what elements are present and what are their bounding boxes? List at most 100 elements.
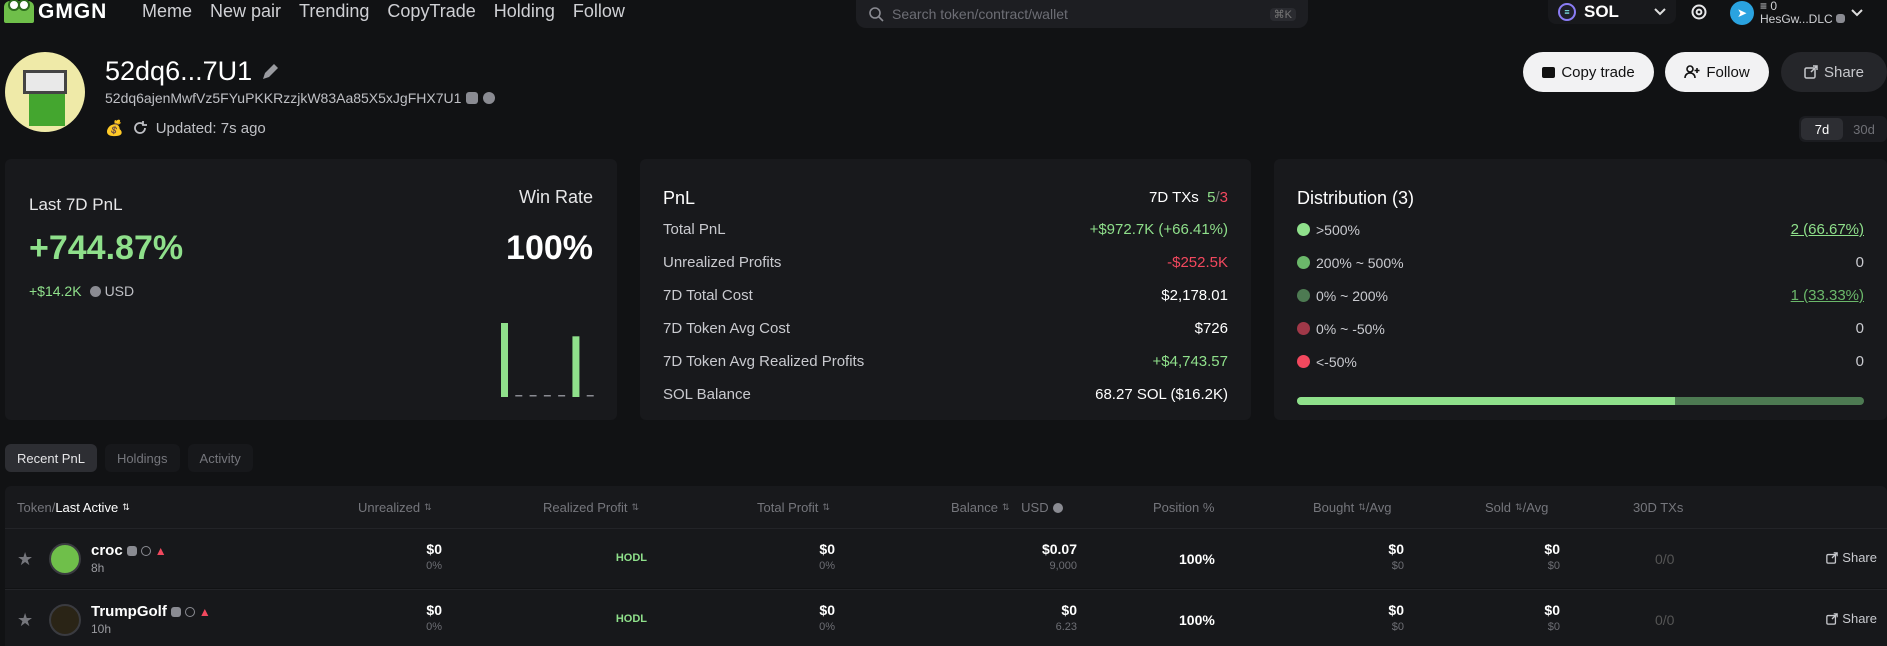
col-sold[interactable]: Sold ⇅/Avg [1485, 500, 1548, 515]
share-button[interactable]: Share [1781, 52, 1887, 92]
copy-icon[interactable] [466, 92, 479, 104]
nav-item-holding[interactable]: Holding [494, 0, 555, 22]
distribution-count[interactable]: 2 (66.67%) [1791, 221, 1864, 238]
col-bought[interactable]: Bought ⇅/Avg [1313, 500, 1392, 515]
copy-icon[interactable] [170, 606, 181, 617]
col-total[interactable]: Total Profit ⇅ [757, 500, 830, 515]
sold-avg: $0 [1547, 621, 1560, 633]
table-row[interactable]: ★ TrumpGolf ▲ 10h $0 0% HODL $0 0% $0 6.23 1… [5, 589, 1887, 646]
tab-holdings[interactable]: Holdings [104, 444, 180, 472]
col-txs-label: 30D TXs [1633, 500, 1684, 515]
table-header: Token/Last Active ⇅ Unrealized ⇅ Realized … [5, 486, 1887, 528]
currency-swap-icon [1052, 502, 1063, 513]
pnl-stat-value: 68.27 SOL ($16.2K) [1095, 386, 1228, 403]
distribution-row: 0% ~ 200% 1 (33.33%) [1297, 287, 1864, 304]
tab-activity[interactable]: Activity [187, 444, 253, 472]
bought-value: $0 [1388, 602, 1404, 618]
warning-icon: ▲ [198, 604, 211, 619]
distribution-row: <-50% 0 [1297, 353, 1864, 370]
pnl-stat-row: 7D Token Avg Cost $726 [663, 320, 1228, 337]
realized-status: HODL [615, 552, 647, 564]
nav-item-trending[interactable]: Trending [299, 0, 369, 22]
distribution-row: 0% ~ -50% 0 [1297, 320, 1864, 337]
daily-pnl-bars [501, 323, 594, 397]
refresh-icon[interactable] [132, 120, 148, 136]
total-profit-cell: $0 0% [819, 602, 835, 633]
logo[interactable]: GMGN [4, 0, 107, 24]
chevron-down-icon [1851, 9, 1863, 17]
tab-recent-pnl[interactable]: Recent PnL [5, 444, 97, 472]
settings-button[interactable] [1687, 0, 1711, 24]
account-menu[interactable]: ➤ ≡ 0 HesGw...DLC [1730, 0, 1863, 26]
total-profit-cell: $0 0% [819, 541, 835, 572]
pnl-stat-label: Total PnL [663, 221, 726, 238]
distribution-bar [1297, 397, 1864, 405]
token-name-cell[interactable]: TrumpGolf ▲ 10h [91, 603, 211, 636]
copy-icon[interactable] [1836, 14, 1846, 23]
distribution-card: Distribution (3) >500% 2 (66.67%) 200% ~ 5… [1274, 159, 1887, 420]
distribution-range: 0% ~ 200% [1316, 287, 1388, 304]
edit-icon[interactable] [260, 62, 280, 82]
search-icon[interactable] [184, 606, 195, 617]
nav-item-meme[interactable]: Meme [142, 0, 192, 22]
pnl-bar-empty [515, 395, 523, 397]
sort-icon: ⇅ [424, 502, 432, 512]
table-row[interactable]: ★ croc ▲ 8h $0 0% HODL $0 0% $0.07 9,000 100… [5, 528, 1887, 588]
txs-value: 0/0 [1655, 612, 1675, 628]
bought-value: $0 [1388, 541, 1404, 557]
distribution-count: 0 [1855, 353, 1864, 370]
col-usd-label[interactable]: USD [1021, 500, 1048, 515]
star-icon[interactable]: ★ [17, 549, 33, 570]
col-position-label: Position % [1153, 500, 1215, 515]
row-share-button[interactable]: Share [1826, 611, 1877, 626]
copy-icon[interactable] [126, 545, 137, 556]
pnl-stat-label: 7D Token Avg Cost [663, 320, 791, 337]
main-nav: Meme New pair Trending CopyTrade Holding… [142, 0, 625, 22]
chain-selector[interactable]: ≡ SOL [1548, 0, 1676, 24]
search-placeholder: Search token/contract/wallet [892, 6, 1068, 22]
star-icon[interactable]: ★ [17, 610, 33, 631]
nav-item-copytrade[interactable]: CopyTrade [387, 0, 475, 22]
wallet-title: 52dq6...7U1 [105, 56, 280, 87]
col-realized-label: Realized Profit [543, 500, 628, 515]
distribution-count[interactable]: 1 (33.33%) [1791, 287, 1864, 304]
nav-item-follow[interactable]: Follow [573, 0, 625, 22]
period-tab-30d[interactable]: 30d [1843, 118, 1885, 140]
explorer-icon[interactable] [483, 92, 496, 104]
update-row: 💰 Updated: 7s ago [105, 119, 266, 138]
position-value: 100% [1179, 551, 1215, 567]
balance-amount: 6.23 [1055, 621, 1077, 633]
pnl-bar-empty [586, 395, 594, 397]
distribution-row: >500% 2 (66.67%) [1297, 221, 1864, 238]
search-icon[interactable] [140, 545, 151, 556]
col-token[interactable]: Token/Last Active ⇅ [17, 500, 130, 515]
moneybag-icon: 💰 [105, 120, 124, 137]
distribution-dot-icon [1297, 289, 1310, 302]
distribution-count: 0 [1855, 320, 1864, 337]
follow-button[interactable]: Follow [1665, 52, 1769, 92]
col-unrealized[interactable]: Unrealized ⇅ [358, 500, 432, 515]
sort-icon: ⇅ [822, 502, 830, 512]
token-name: TrumpGolf [91, 603, 167, 620]
total-profit-pct: 0% [819, 560, 835, 572]
col-balance[interactable]: Balance ⇅ USD [951, 500, 1063, 515]
token-name-cell[interactable]: croc ▲ 8h [91, 542, 167, 575]
bought-cell: $0 $0 [1388, 541, 1404, 572]
share-icon [1826, 551, 1839, 564]
pnl-stat-label: 7D Token Avg Realized Profits [663, 353, 865, 370]
search-input[interactable]: Search token/contract/wallet ⌘K [856, 0, 1308, 28]
period-tab-7d[interactable]: 7d [1801, 118, 1843, 140]
usd-toggle[interactable]: USD [89, 283, 134, 299]
col-sold-avg-label: /Avg [1522, 500, 1549, 515]
unrealized-value: $0 [426, 541, 442, 557]
nav-item-new-pair[interactable]: New pair [210, 0, 281, 22]
col-realized[interactable]: Realized Profit ⇅ [543, 500, 639, 515]
warning-icon: ▲ [154, 543, 167, 558]
wallet-name: 52dq6...7U1 [105, 56, 253, 86]
col-unrealized-label: Unrealized [358, 500, 421, 515]
row-share-button[interactable]: Share [1826, 550, 1877, 565]
balance-usd: $0.07 [1041, 541, 1077, 557]
copy-trade-button[interactable]: Copy trade [1523, 52, 1654, 92]
col-last-active-label: Last Active [55, 500, 119, 515]
distribution-dot-icon [1297, 223, 1310, 236]
